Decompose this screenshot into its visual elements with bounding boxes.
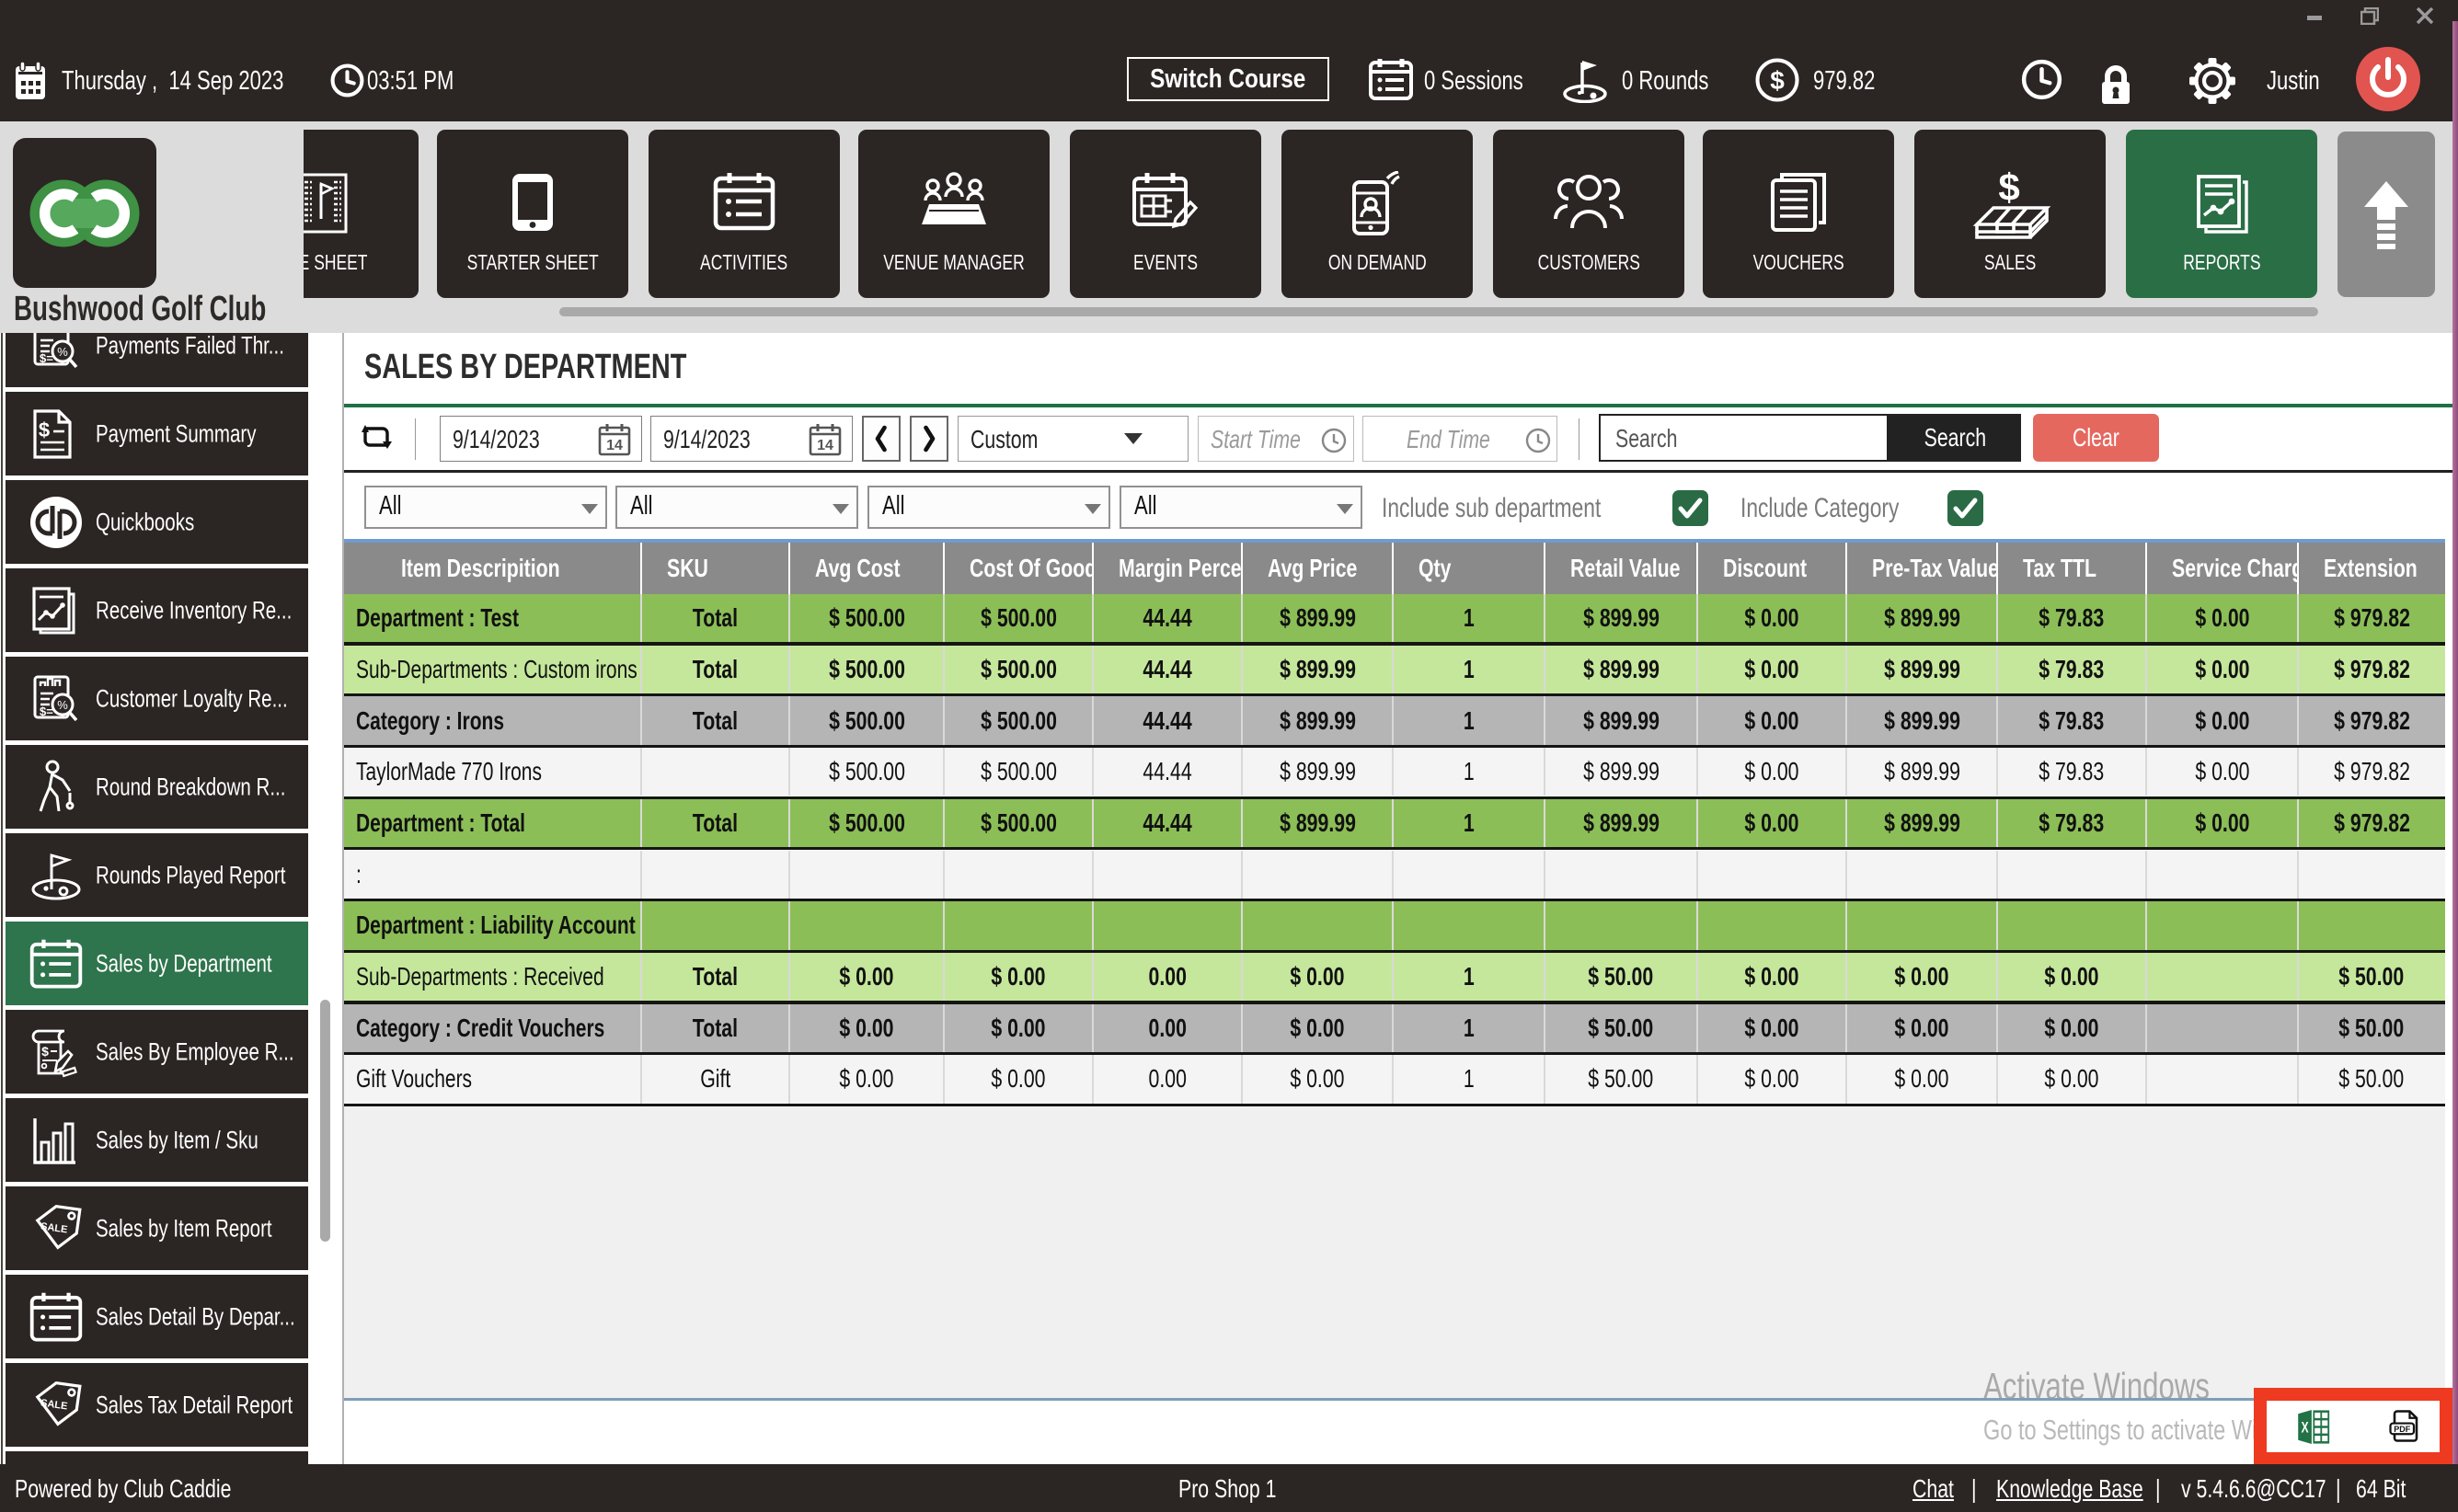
svg-text:%: %	[57, 345, 68, 359]
svg-text:14: 14	[817, 438, 833, 453]
svg-text:$: $	[1998, 171, 2019, 209]
svg-text:$: $	[39, 418, 50, 441]
svg-text:X: X	[2301, 1420, 2308, 1437]
svg-text:SALE: SALE	[40, 1397, 68, 1412]
svg-text:%: %	[57, 698, 68, 712]
svg-text:14: 14	[606, 438, 623, 453]
svg-text:$: $	[1770, 66, 1785, 95]
svg-text:SALE: SALE	[40, 1220, 68, 1235]
svg-text:$: $	[41, 1044, 49, 1059]
svg-text:PDF: PDF	[2394, 1425, 2411, 1434]
